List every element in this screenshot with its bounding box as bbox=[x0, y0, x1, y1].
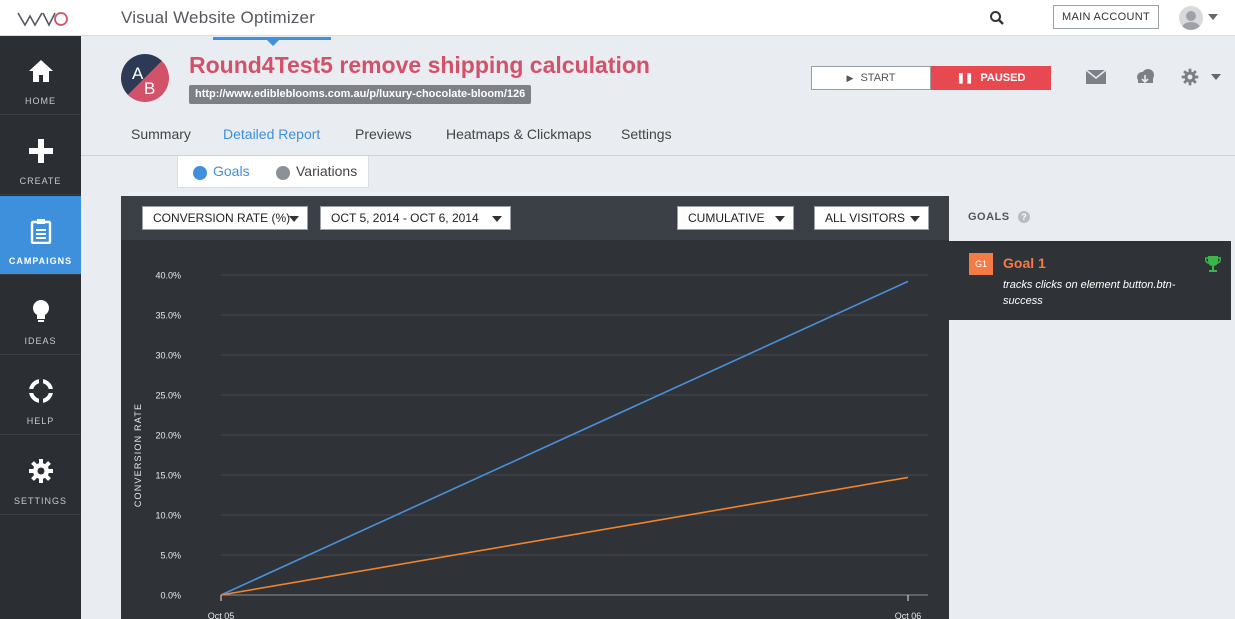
chevron-down-icon bbox=[910, 216, 920, 222]
goal-name[interactable]: Goal 1 bbox=[1003, 255, 1046, 271]
chevron-down-icon bbox=[775, 216, 785, 222]
settings-gear-icon[interactable] bbox=[1180, 68, 1200, 86]
tab-settings[interactable]: Settings bbox=[621, 126, 672, 142]
start-button[interactable]: ▶ START bbox=[811, 66, 931, 90]
avatar[interactable] bbox=[1179, 6, 1203, 30]
date-range-dropdown[interactable]: OCT 5, 2014 - OCT 6, 2014 bbox=[320, 206, 511, 230]
paused-button[interactable]: ❚❚ PAUSED bbox=[931, 66, 1051, 90]
sidebar-item-campaigns[interactable]: CAMPAIGNS bbox=[0, 196, 81, 275]
paused-label: PAUSED bbox=[980, 72, 1026, 84]
y-tick-label: 30.0% bbox=[155, 351, 181, 361]
mode-dropdown[interactable]: CUMULATIVE bbox=[677, 206, 794, 230]
goal-badge: G1 bbox=[969, 253, 993, 275]
report-view-toggle: Goals Variations bbox=[177, 156, 369, 188]
tab-heatmaps-clickmaps[interactable]: Heatmaps & Clickmaps bbox=[446, 126, 592, 142]
mail-icon[interactable] bbox=[1085, 68, 1107, 86]
goals-heading: GOALS bbox=[968, 211, 1010, 223]
tab-detailed-report[interactable]: Detailed Report bbox=[223, 126, 320, 142]
sidebar-item-label: CREATE bbox=[19, 176, 62, 186]
sidebar-item-label: IDEAS bbox=[24, 336, 57, 346]
tab-previews[interactable]: Previews bbox=[355, 126, 412, 142]
date-range-label: OCT 5, 2014 - OCT 6, 2014 bbox=[331, 211, 479, 225]
play-icon: ▶ bbox=[846, 73, 854, 83]
tab-summary[interactable]: Summary bbox=[131, 126, 191, 142]
x-tick-label: Oct 05 bbox=[208, 611, 235, 619]
segment-dropdown[interactable]: ALL VISITORS bbox=[814, 206, 929, 230]
top-bar: Visual Website Optimizer MAIN ACCOUNT bbox=[0, 0, 1235, 36]
vwo-logo[interactable] bbox=[16, 9, 68, 29]
mode-dropdown-label: CUMULATIVE bbox=[688, 211, 765, 225]
sidebar-item-settings[interactable]: SETTINGS bbox=[0, 436, 81, 515]
badge-letter-b: B bbox=[144, 79, 155, 98]
lightbulb-icon bbox=[33, 300, 49, 322]
y-tick-label: 35.0% bbox=[155, 311, 181, 321]
variations-radio[interactable] bbox=[276, 166, 290, 180]
gear-icon bbox=[29, 459, 53, 483]
chart-toolbar: CONVERSION RATE (%) OCT 5, 2014 - OCT 6,… bbox=[121, 196, 949, 240]
chevron-down-icon[interactable] bbox=[1208, 14, 1218, 20]
y-tick-label: 15.0% bbox=[155, 471, 181, 481]
sidebar-item-label: HELP bbox=[26, 416, 55, 426]
y-tick-label: 25.0% bbox=[155, 391, 181, 401]
y-tick-label: 10.0% bbox=[155, 511, 181, 521]
sidebar-item-create[interactable]: CREATE bbox=[0, 116, 81, 195]
segment-dropdown-label: ALL VISITORS bbox=[825, 211, 906, 225]
trophy-icon bbox=[1205, 256, 1221, 272]
y-tick-label: 20.0% bbox=[155, 431, 181, 441]
user-icon bbox=[1182, 11, 1200, 30]
goal-card[interactable]: G1 Goal 1 tracks clicks on element butto… bbox=[949, 241, 1231, 320]
sidebar: HOME CREATE CAMPAIGNS IDEAS HELP SETTING… bbox=[0, 36, 81, 619]
goal-description: tracks clicks on element button.btn-succ… bbox=[1003, 279, 1176, 307]
campaign-url[interactable]: http://www.edibleblooms.com.au/p/luxury-… bbox=[189, 85, 532, 104]
start-label: START bbox=[860, 72, 896, 84]
ab-test-badge: A B bbox=[121, 54, 169, 102]
goals-radio[interactable] bbox=[193, 166, 207, 180]
report-tabs: Summary Detailed Report Previews Heatmap… bbox=[81, 116, 1235, 156]
sidebar-item-ideas[interactable]: IDEAS bbox=[0, 276, 81, 355]
y-tick-label: 0.0% bbox=[160, 591, 181, 601]
goals-toggle-label[interactable]: Goals bbox=[213, 163, 250, 179]
chevron-down-icon bbox=[492, 216, 502, 222]
badge-letter-a: A bbox=[132, 64, 144, 83]
chevron-down-icon[interactable] bbox=[1211, 74, 1221, 80]
series-line-2[interactable] bbox=[220, 476, 909, 596]
chevron-down-icon bbox=[289, 216, 299, 222]
metric-dropdown-label: CONVERSION RATE (%) bbox=[153, 211, 291, 225]
sidebar-item-home[interactable]: HOME bbox=[0, 36, 81, 115]
sidebar-item-label: HOME bbox=[25, 96, 56, 106]
series-line-1[interactable] bbox=[220, 280, 909, 596]
home-icon bbox=[29, 60, 53, 82]
y-tick-label: 5.0% bbox=[160, 551, 181, 561]
cloud-download-icon[interactable] bbox=[1134, 68, 1156, 86]
plus-icon bbox=[29, 139, 53, 163]
variations-toggle-label[interactable]: Variations bbox=[296, 163, 357, 179]
conversion-rate-chart: 0.0% 5.0% 10.0% 15.0% 20.0% 25.0% 30.0% 35.0% 40… bbox=[133, 271, 928, 619]
y-axis-label: CONVERSION RATE bbox=[133, 403, 143, 507]
app-title: Visual Website Optimizer bbox=[121, 8, 316, 27]
sidebar-item-help[interactable]: HELP bbox=[0, 356, 81, 435]
x-tick-label: Oct 06 bbox=[895, 611, 922, 619]
pause-icon: ❚❚ bbox=[956, 73, 974, 84]
clipboard-icon bbox=[30, 219, 52, 244]
metric-dropdown[interactable]: CONVERSION RATE (%) bbox=[142, 206, 308, 230]
sidebar-item-label: SETTINGS bbox=[13, 496, 67, 506]
sidebar-item-label: CAMPAIGNS bbox=[8, 256, 73, 266]
lifebuoy-icon bbox=[29, 379, 53, 403]
help-icon[interactable]: ? bbox=[1018, 211, 1030, 223]
chart-panel: CONVERSION RATE (%) OCT 5, 2014 - OCT 6,… bbox=[121, 196, 949, 619]
active-tab-pointer bbox=[267, 40, 279, 46]
main-account-button[interactable]: MAIN ACCOUNT bbox=[1053, 5, 1159, 29]
search-icon[interactable] bbox=[989, 10, 1005, 26]
y-tick-label: 40.0% bbox=[155, 271, 181, 281]
campaign-title: Round4Test5 remove shipping calculation bbox=[189, 52, 650, 78]
